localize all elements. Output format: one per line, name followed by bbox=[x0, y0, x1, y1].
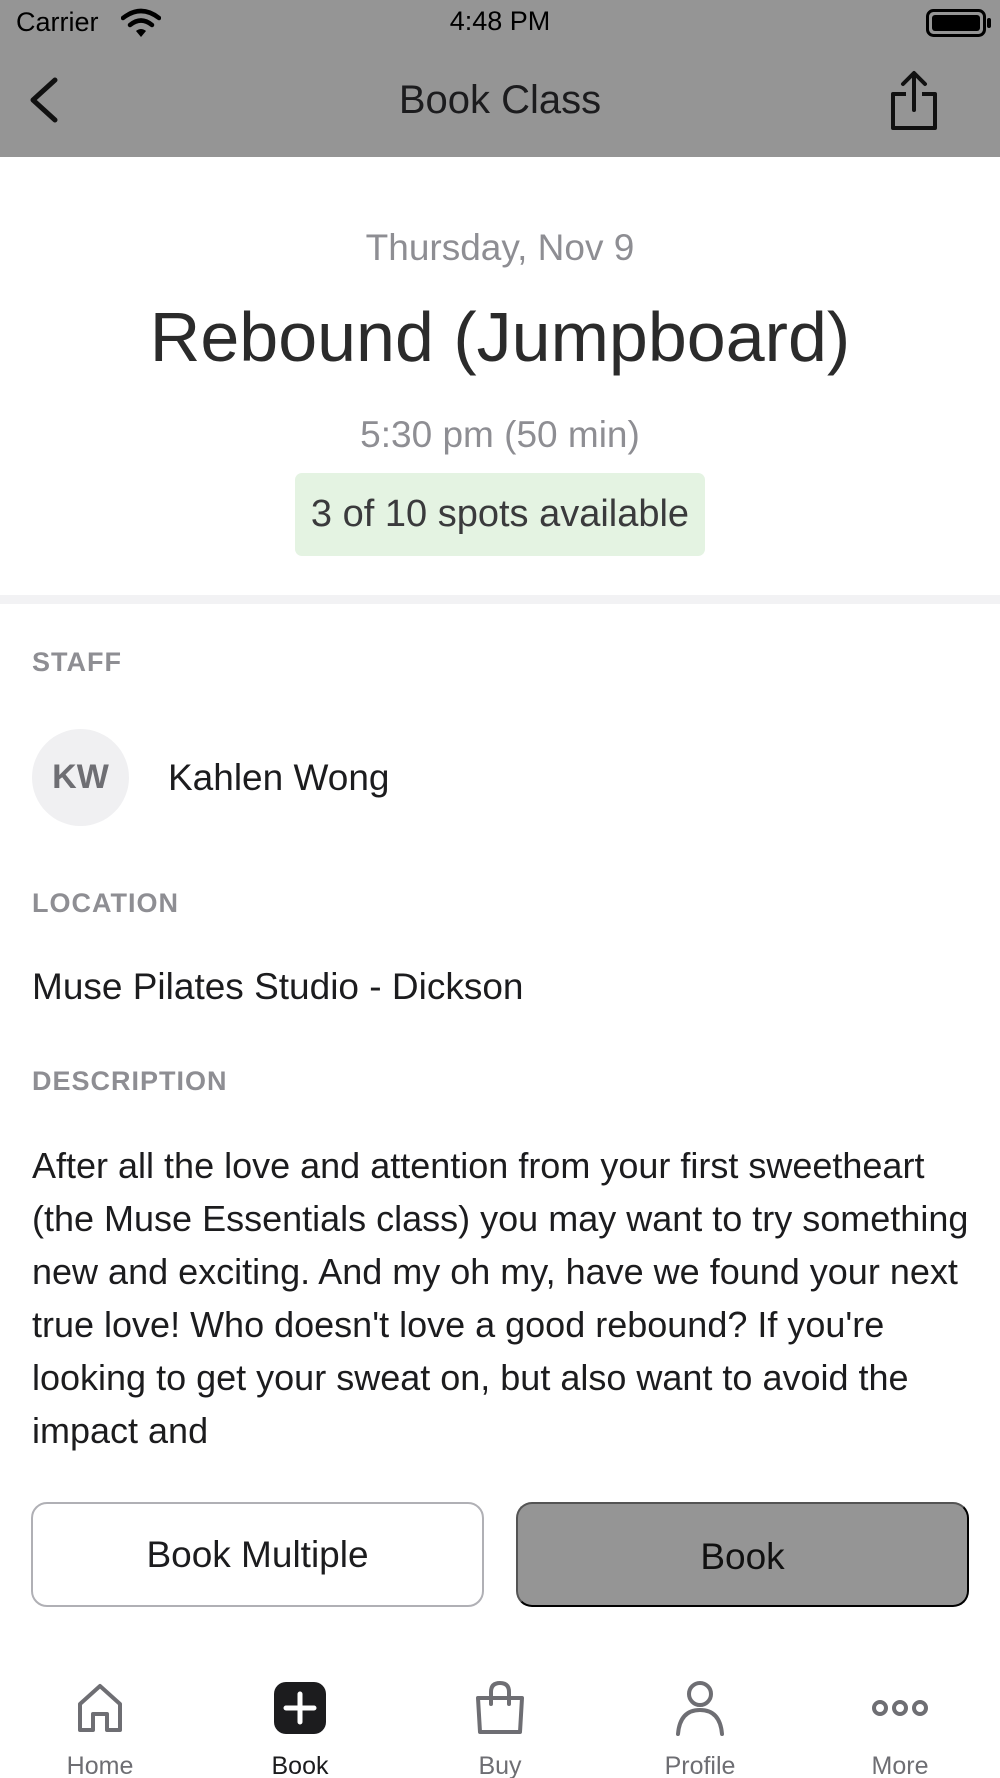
home-icon bbox=[78, 1684, 122, 1732]
tab-profile-label: Profile bbox=[664, 1752, 736, 1778]
more-dots-icon bbox=[872, 1700, 928, 1716]
avatar: KW bbox=[32, 729, 129, 826]
book-button[interactable]: Book bbox=[516, 1502, 969, 1607]
shopping-bag-icon bbox=[476, 1680, 524, 1734]
status-time: 4:48 PM bbox=[449, 6, 551, 36]
staff-name: Kahlen Wong bbox=[168, 757, 390, 798]
tab-book-label: Book bbox=[271, 1752, 329, 1778]
tab-book[interactable]: Book bbox=[200, 1640, 400, 1778]
location-section-label: LOCATION bbox=[32, 888, 179, 918]
class-summary: Thursday, Nov 9 Rebound (Jumpboard) 5:30… bbox=[0, 157, 1000, 595]
book-multiple-button[interactable]: Book Multiple bbox=[31, 1502, 484, 1607]
top-header: Carrier 4:48 PM Book Class bbox=[0, 0, 1000, 157]
description-section-label: DESCRIPTION bbox=[32, 1066, 228, 1096]
tab-home-label: Home bbox=[66, 1752, 134, 1778]
class-description: After all the love and attention from yo… bbox=[32, 1145, 969, 1451]
tab-bar: Home Book Buy Profile More bbox=[0, 1640, 1000, 1778]
tab-buy-label: Buy bbox=[478, 1752, 522, 1778]
person-icon bbox=[676, 1681, 724, 1736]
battery-icon bbox=[926, 9, 991, 37]
tab-home[interactable]: Home bbox=[0, 1640, 200, 1778]
class-title: Rebound (Jumpboard) bbox=[149, 298, 851, 376]
status-bar: Carrier 4:48 PM bbox=[0, 0, 1000, 45]
plus-square-icon bbox=[274, 1682, 326, 1734]
tab-buy[interactable]: Buy bbox=[400, 1640, 600, 1778]
share-icon[interactable] bbox=[887, 70, 941, 132]
class-time: 5:30 pm (50 min) bbox=[360, 414, 640, 455]
class-date: Thursday, Nov 9 bbox=[365, 227, 635, 268]
tab-profile[interactable]: Profile bbox=[600, 1640, 800, 1778]
spots-available-badge: 3 of 10 spots available bbox=[295, 473, 705, 556]
tab-more-label: More bbox=[871, 1752, 929, 1778]
section-divider bbox=[0, 595, 1000, 604]
staff-section-label: STAFF bbox=[32, 647, 122, 677]
tab-more[interactable]: More bbox=[800, 1640, 1000, 1778]
page-title: Book Class bbox=[398, 78, 602, 122]
location-value: Muse Pilates Studio - Dickson bbox=[32, 966, 524, 1007]
